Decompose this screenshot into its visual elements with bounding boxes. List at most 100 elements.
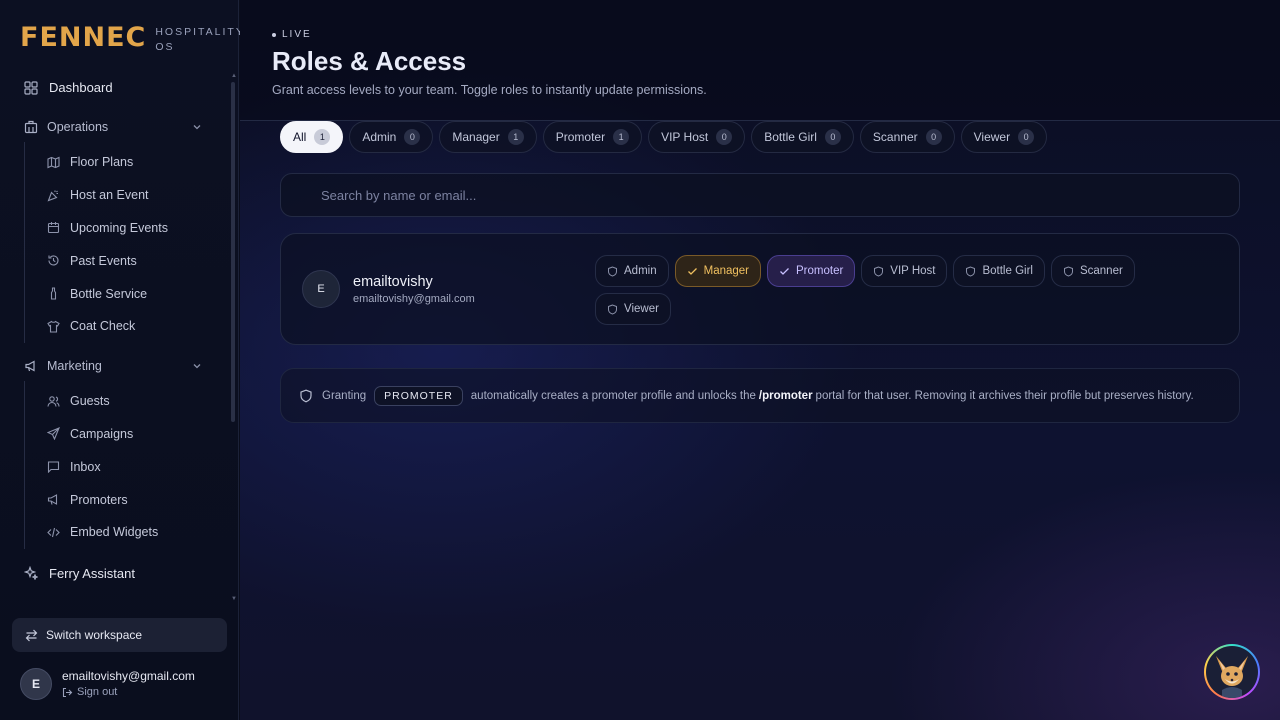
sparkles-icon: [24, 566, 38, 581]
tab-count: 0: [925, 129, 942, 145]
scroll-up-arrow[interactable]: ▲: [231, 73, 237, 79]
sidebar-item-floor-plans[interactable]: Floor Plans: [47, 146, 222, 179]
sidebar-section-operations[interactable]: Operations: [12, 112, 222, 142]
tab-promoter[interactable]: Promoter 1: [542, 121, 643, 153]
sidebar-nav: Dashboard Operations Floor Plans Host an…: [12, 71, 222, 590]
check-icon: [687, 266, 698, 277]
tab-label: Scanner: [872, 130, 918, 144]
sidebar-section-marketing[interactable]: Marketing: [12, 351, 222, 381]
shield-icon: [607, 265, 618, 277]
role-label: VIP Host: [890, 265, 936, 277]
tab-label: Viewer: [973, 130, 1011, 144]
role-label: Viewer: [624, 303, 659, 315]
role-label: Manager: [703, 265, 749, 277]
tab-bottle-girl[interactable]: Bottle Girl 0: [751, 121, 854, 153]
promoter-portal-path: /promoter: [758, 389, 813, 402]
sidebar-item-ferry-assistant[interactable]: Ferry Assistant: [12, 557, 222, 590]
sidebar-item-label: Coat Check: [70, 319, 136, 334]
sidebar-item-past-events[interactable]: Past Events: [47, 244, 222, 277]
code-icon: [47, 526, 60, 539]
assistant-launcher-button[interactable]: [1204, 644, 1260, 700]
role-toggle-viewer[interactable]: Viewer: [595, 293, 671, 325]
tab-count: 1: [314, 129, 331, 145]
sidebar-section-label: Operations: [47, 120, 109, 134]
sidebar-item-dashboard[interactable]: Dashboard: [12, 71, 222, 104]
role-label: Promoter: [796, 265, 844, 277]
tab-count: 0: [824, 129, 841, 145]
tab-manager[interactable]: Manager 1: [439, 121, 537, 153]
sidebar-item-guests[interactable]: Guests: [47, 385, 222, 418]
tab-label: All: [293, 130, 307, 144]
scroll-down-arrow[interactable]: ▼: [231, 596, 237, 602]
arrows-swap-icon: [25, 629, 38, 642]
sidebar-item-label: Inbox: [70, 459, 101, 474]
sidebar-item-host-event[interactable]: Host an Event: [47, 179, 222, 212]
tab-count: 0: [404, 129, 421, 145]
tab-all[interactable]: All 1: [280, 121, 344, 153]
sidebar-item-bottle-service[interactable]: Bottle Service: [47, 277, 222, 310]
sign-out-link[interactable]: Sign out: [62, 685, 195, 700]
sidebar-item-label: Host an Event: [70, 188, 149, 203]
tab-vip-host[interactable]: VIP Host 0: [648, 121, 746, 153]
promoter-info-note: Granting PROMOTER automatically creates …: [280, 368, 1240, 423]
sidebar: FENNEC HOSPITALITY OS Dashboard Operatio…: [0, 0, 243, 720]
role-toggle-admin[interactable]: Admin: [595, 255, 669, 287]
tab-label: Bottle Girl: [764, 130, 817, 144]
role-filter-tabs: All 1 Admin 0 Manager 1 Promoter 1 VIP Host 0…: [280, 121, 1053, 153]
log-out-icon: [62, 687, 73, 698]
search-bar: [280, 173, 1240, 217]
role-toggle-vip-host[interactable]: VIP Host: [861, 255, 948, 287]
map-icon: [47, 156, 60, 169]
role-toggle-scanner[interactable]: Scanner: [1050, 255, 1135, 287]
avatar[interactable]: E: [20, 668, 52, 700]
tab-count: 0: [1018, 129, 1035, 145]
user-email: emailtovishy@gmail.com: [62, 668, 195, 683]
chevron-down-icon[interactable]: [192, 361, 202, 371]
tab-label: Promoter: [555, 130, 606, 144]
sidebar-item-embed-widgets[interactable]: Embed Widgets: [47, 516, 222, 549]
brand[interactable]: FENNEC HOSPITALITY OS: [20, 22, 245, 55]
history-icon: [47, 254, 60, 267]
shield-icon: [873, 265, 884, 277]
sign-out-label: Sign out: [77, 685, 118, 698]
role-toggle-promoter[interactable]: Promoter: [767, 255, 856, 287]
sidebar-item-promoters[interactable]: Promoters: [47, 483, 222, 516]
sidebar-item-inbox[interactable]: Inbox: [47, 450, 222, 483]
role-toggle-bottle-girl[interactable]: Bottle Girl: [953, 255, 1045, 287]
info-suffix: portal for that user. Removing it archiv…: [815, 389, 1194, 402]
send-icon: [47, 427, 60, 441]
search-input[interactable]: [321, 187, 1221, 203]
sidebar-item-coat-check[interactable]: Coat Check: [47, 310, 222, 343]
check-icon: [779, 266, 790, 277]
sidebar-item-label: Floor Plans: [70, 155, 134, 170]
live-dot-icon: [272, 32, 276, 37]
sidebar-item-campaigns[interactable]: Campaigns: [47, 418, 222, 451]
role-toggle-manager[interactable]: Manager: [674, 255, 761, 287]
fennec-mascot-icon: [1206, 646, 1258, 698]
sidebar-item-label: Past Events: [70, 253, 137, 268]
sidebar-scrollbar[interactable]: [231, 82, 235, 422]
sidebar-item-upcoming-events[interactable]: Upcoming Events: [47, 212, 222, 245]
page-title: Roles & Access: [272, 46, 467, 76]
role-label: Admin: [624, 265, 657, 277]
tab-scanner[interactable]: Scanner 0: [859, 121, 955, 153]
marketing-list: Guests Campaigns Inbox Promoters Embed W…: [24, 380, 222, 549]
role-label: Scanner: [1079, 265, 1123, 277]
shield-icon: [965, 265, 976, 277]
sidebar-item-label: Bottle Service: [70, 286, 148, 301]
calendar-icon: [47, 221, 60, 234]
sidebar-item-label: Guests: [70, 394, 110, 409]
info-prefix: Granting: [322, 389, 367, 402]
sidebar-item-label: Embed Widgets: [70, 525, 159, 540]
live-label: LIVE: [282, 29, 312, 40]
sidebar-item-label: Ferry Assistant: [49, 565, 135, 581]
tab-viewer[interactable]: Viewer 0: [960, 121, 1048, 153]
grid-icon: [24, 80, 38, 95]
sidebar-item-label: Campaigns: [70, 426, 134, 441]
tab-label: Manager: [452, 130, 500, 144]
switch-workspace-button[interactable]: Switch workspace: [12, 618, 227, 652]
shield-icon: [607, 303, 618, 315]
chevron-down-icon[interactable]: [192, 122, 202, 132]
member-name: emailtovishy: [353, 274, 433, 290]
tab-admin[interactable]: Admin 0: [349, 121, 434, 153]
